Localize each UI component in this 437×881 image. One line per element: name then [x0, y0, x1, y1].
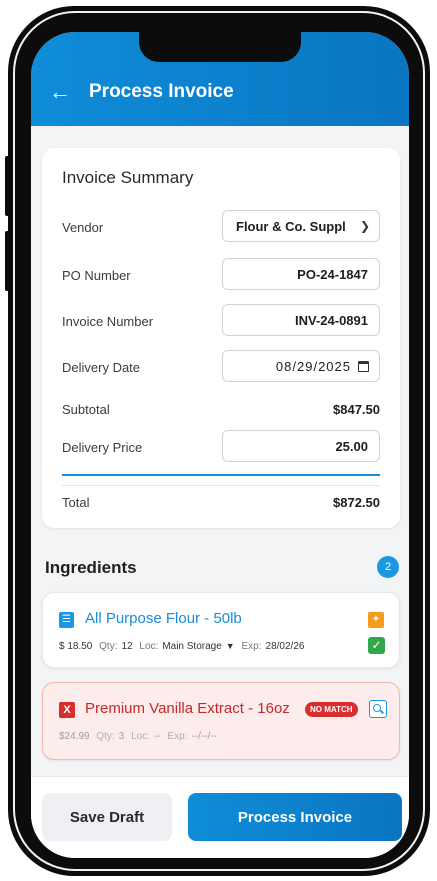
ingredient-item[interactable]: X Premium Vanilla Extract - 16oz NO MATC…: [42, 682, 400, 760]
ingredient-count-badge: 2: [377, 556, 399, 578]
check-icon[interactable]: ✓: [368, 637, 385, 654]
chevron-down-icon: ❯: [359, 219, 370, 233]
invoice-number-input[interactable]: INV-24-0891: [222, 304, 380, 336]
card-title: Invoice Summary: [62, 168, 194, 187]
expiry-value: 28/02/26: [265, 641, 305, 652]
calendar-icon[interactable]: [358, 361, 369, 372]
ingredient-name[interactable]: Premium Vanilla Extract - 16oz: [85, 700, 290, 717]
divider: [62, 485, 380, 486]
delivery-price-input[interactable]: 25.00: [222, 430, 380, 462]
vendor-value: Flour & Co. Suppl: [236, 219, 346, 234]
po-number-value: PO-24-1847: [297, 267, 368, 282]
search-icon[interactable]: [369, 700, 387, 718]
delivery-date-value: 08/29/2025: [275, 359, 351, 374]
delivery-price-value: 25.00: [335, 439, 368, 454]
arrow-left-icon[interactable]: ←: [49, 81, 71, 103]
location-value: --: [153, 731, 161, 742]
location-label: Loc:: [131, 731, 150, 742]
qty-label: Qty:: [96, 731, 115, 742]
invoice-summary-card: Invoice Summary Vendor Flour & Co. Suppl…: [42, 148, 400, 528]
vendor-label: Vendor: [62, 220, 104, 235]
subtotal-value: $847.50: [333, 402, 380, 417]
no-match-badge: NO MATCH: [305, 702, 358, 717]
save-draft-button[interactable]: Save Draft: [42, 793, 172, 841]
vendor-select[interactable]: Flour & Co. Suppl ❯: [222, 210, 380, 242]
magic-wand-icon[interactable]: ✦: [368, 612, 384, 628]
invoice-number-label: Invoice Number: [62, 314, 154, 329]
footer-actions: Save Draft Process Invoice: [31, 776, 409, 858]
subtotal-label: Subtotal: [62, 402, 110, 417]
ingredient-item[interactable]: ☰ All Purpose Flour - 50lb ✦ $ 18.50 Qty…: [42, 592, 400, 668]
qty-value: 3: [118, 731, 125, 742]
delivery-price-label: Delivery Price: [62, 440, 143, 455]
error-icon: X: [59, 702, 75, 718]
qty-value: 12: [121, 641, 133, 652]
po-number-input[interactable]: PO-24-1847: [222, 258, 380, 290]
screen: ← Process Invoice Invoice Summary Vendor…: [31, 32, 409, 858]
document-icon: ☰: [59, 612, 74, 628]
invoice-number-value: INV-24-0891: [295, 313, 368, 328]
ingredient-meta: $24.99 Qty: 3 Loc: -- Exp: --/--/--: [59, 731, 221, 742]
total-label: Total: [62, 495, 90, 510]
total-value: $872.50: [333, 495, 380, 510]
page-title: Process Invoice: [89, 81, 234, 102]
expiry-value: --/--/--: [191, 731, 217, 742]
delivery-date-label: Delivery Date: [62, 360, 141, 375]
expiry-label: Exp:: [167, 731, 188, 742]
price: $24.99: [59, 731, 90, 742]
location-select[interactable]: Main Storage: [162, 641, 221, 652]
expiry-label: Exp:: [241, 641, 262, 652]
delivery-date-input[interactable]: 08/29/2025: [222, 350, 380, 382]
price: $ 18.50: [59, 641, 93, 652]
notch: [139, 32, 301, 62]
qty-label: Qty:: [99, 641, 118, 652]
ingredient-name[interactable]: All Purpose Flour - 50lb: [85, 610, 242, 627]
divider: [62, 474, 380, 476]
chevron-down-icon[interactable]: ▼: [226, 641, 235, 651]
volume-button: [5, 231, 10, 291]
ingredient-meta: $ 18.50 Qty: 12 Loc: Main Storage ▼ Exp: 28/…: [59, 641, 308, 652]
location-label: Loc:: [139, 641, 159, 652]
ingredients-title: Ingredients: [45, 558, 137, 577]
phone-frame: ← Process Invoice Invoice Summary Vendor…: [5, 6, 430, 876]
volume-button: [5, 156, 10, 216]
po-number-label: PO Number: [62, 268, 131, 283]
process-invoice-button[interactable]: Process Invoice: [188, 793, 402, 841]
